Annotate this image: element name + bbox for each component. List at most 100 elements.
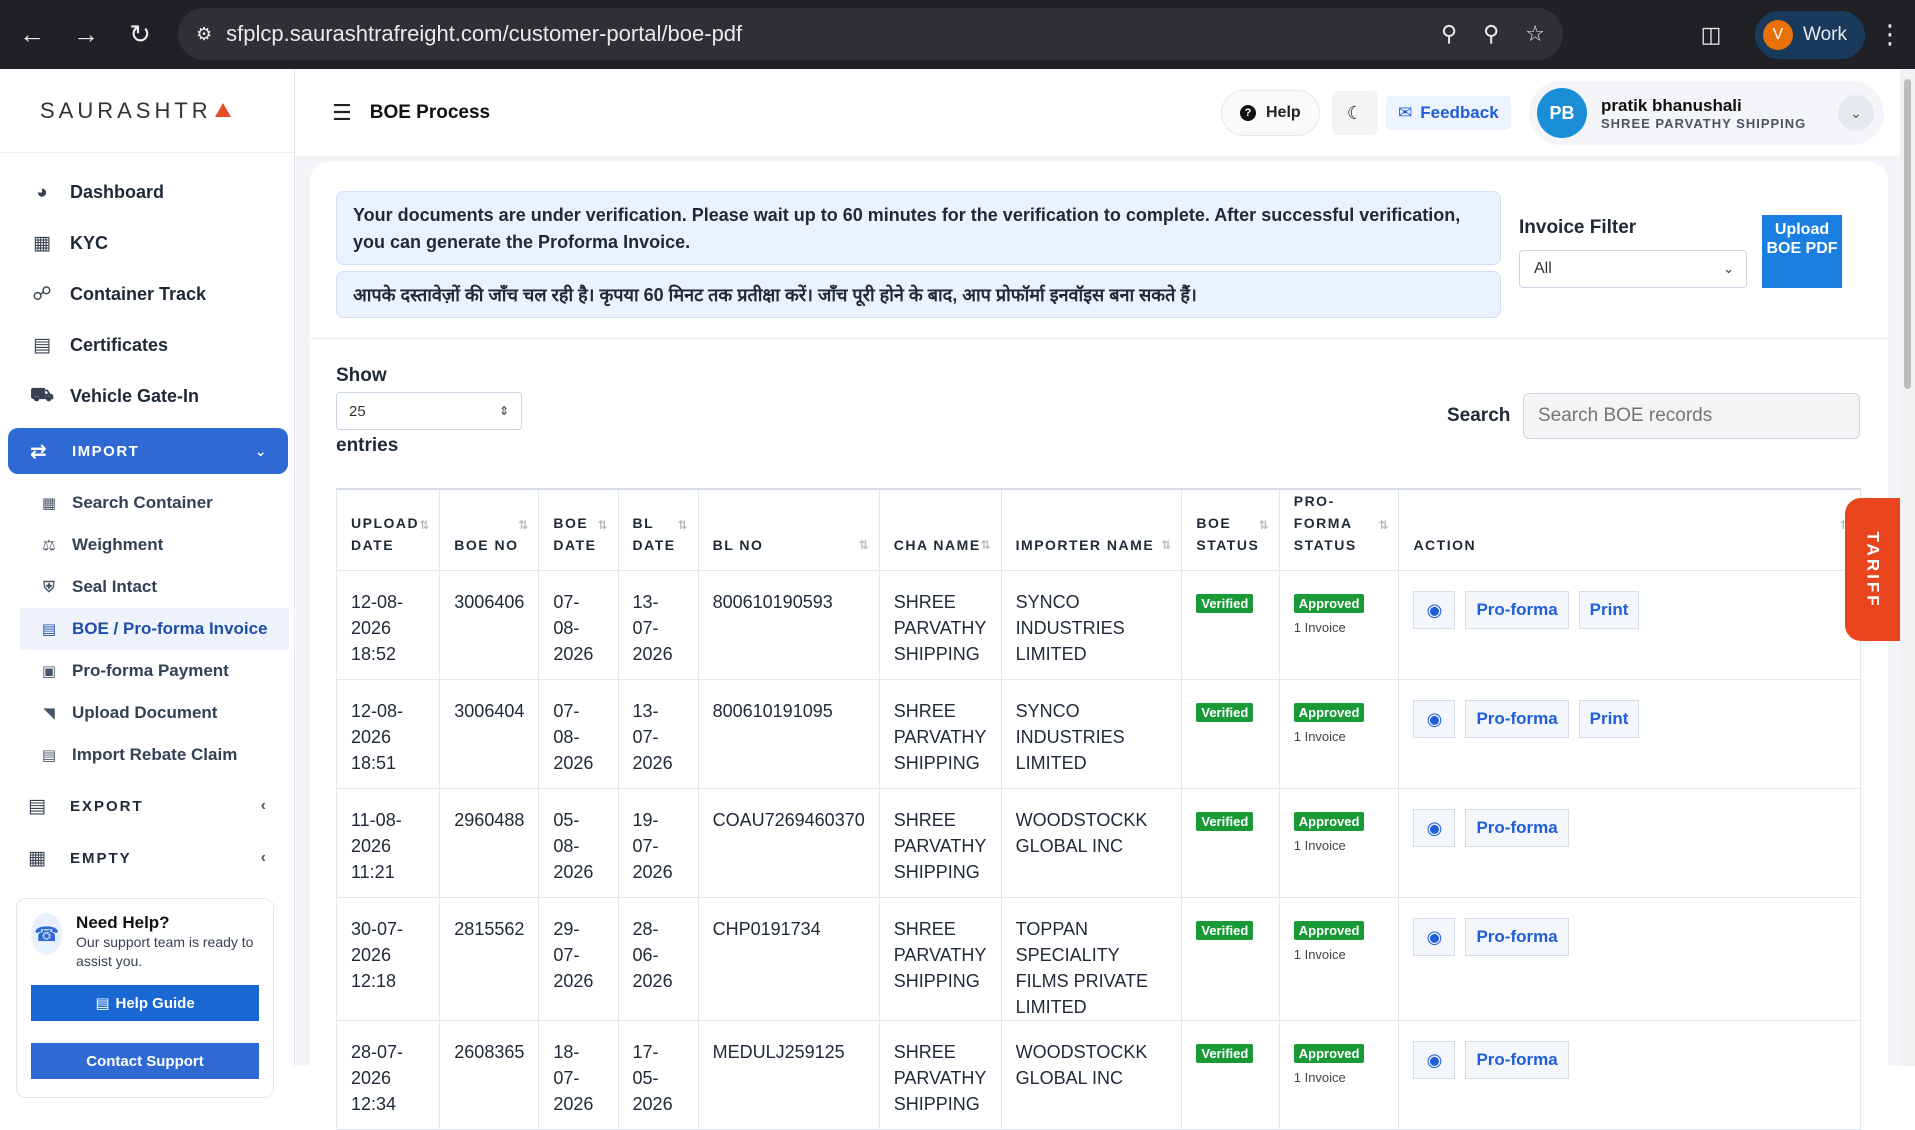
sort-icon[interactable]: ⇅ xyxy=(1378,514,1388,536)
column-header[interactable]: ACTION⇅ xyxy=(1398,488,1861,571)
view-button[interactable]: ◉ xyxy=(1413,809,1456,847)
view-button[interactable]: ◉ xyxy=(1413,591,1456,629)
invoice-count: 1 Invoice xyxy=(1293,729,1346,744)
scrollbar-thumb[interactable] xyxy=(1904,79,1911,389)
sidebar-subitem-import-rebate-claim[interactable]: ▤ Import Rebate Claim xyxy=(0,734,294,776)
sort-icon[interactable]: ⇅ xyxy=(1259,514,1269,536)
sidebar-subitem-boe-proforma[interactable]: ▤ BOE / Pro-forma Invoice xyxy=(20,608,289,650)
site-info-icon[interactable]: ⚙ xyxy=(196,24,212,45)
boe-card: Your documents are under verification. P… xyxy=(310,162,1888,1130)
sort-icon[interactable]: ⇅ xyxy=(419,514,429,536)
print-button[interactable]: Print xyxy=(1578,700,1640,738)
print-button[interactable]: Print xyxy=(1578,591,1640,629)
profile-button[interactable]: V Work xyxy=(1755,10,1865,59)
search-input[interactable] xyxy=(1523,393,1860,439)
proforma-button[interactable]: Pro-forma xyxy=(1465,809,1569,847)
sidebar-item-dashboard[interactable]: ◕ Dashboard xyxy=(0,167,294,218)
user-menu[interactable]: PB pratik bhanushali SHREE PARVATHY SHIP… xyxy=(1529,81,1884,145)
view-button[interactable]: ◉ xyxy=(1413,1041,1456,1079)
forward-icon[interactable]: → xyxy=(66,15,106,55)
reload-icon[interactable]: ↻ xyxy=(120,15,160,55)
column-header[interactable]: BL DATE ⇅ xyxy=(617,488,699,571)
sidebar-item-kyc[interactable]: ▦ KYC xyxy=(0,218,294,269)
help-card: ☎ Need Help? Our support team is ready t… xyxy=(16,898,274,1098)
table-row: 28-07-2026 12:34 2608365 18-07-2026 17-05-2… xyxy=(335,1020,1861,1130)
column-header[interactable]: CHA NAME ⇅ xyxy=(878,488,1002,571)
proforma-button[interactable]: Pro-forma xyxy=(1465,918,1569,956)
moon-icon: ☾ xyxy=(1346,102,1364,123)
cell-boe-date: 29-07-2026 xyxy=(538,897,619,1021)
user-name: pratik bhanushali xyxy=(1601,95,1742,115)
proforma-button[interactable]: Pro-forma xyxy=(1465,700,1569,738)
sidebar-subitem-proforma-payment[interactable]: ▣ Pro-forma Payment xyxy=(0,650,294,692)
sort-icon[interactable]: ⇅ xyxy=(518,514,528,536)
eye-icon: ◉ xyxy=(1426,1050,1443,1070)
chevron-down-icon: ⌄ xyxy=(254,442,268,459)
proforma-button[interactable]: Pro-forma xyxy=(1465,1041,1569,1079)
proforma-button[interactable]: Pro-forma xyxy=(1465,591,1569,629)
feedback-button[interactable]: ✉ Feedback xyxy=(1386,96,1511,130)
sidebar-item-vehicle-gate-in[interactable]: ⛟ Vehicle Gate-In xyxy=(0,371,294,422)
cell-action: ◉ Pro-forma xyxy=(1398,897,1861,1021)
help-button[interactable]: ? Help xyxy=(1221,90,1320,136)
page-scrollbar[interactable] xyxy=(1900,69,1915,1066)
url-text[interactable]: sfplcp.saurashtrafreight.com/customer-po… xyxy=(226,21,742,47)
column-header-label: BL NO xyxy=(712,537,764,553)
column-header[interactable]: BOE NO ⇅ xyxy=(439,488,540,571)
column-header-label: UPLOAD DATE xyxy=(351,515,420,553)
profile-label: Work xyxy=(1803,23,1847,45)
view-button[interactable]: ◉ xyxy=(1413,700,1456,738)
sort-icon[interactable]: ⇅ xyxy=(981,534,991,556)
hamburger-menu-icon[interactable]: ☰ xyxy=(332,100,352,126)
invoice-filter-select[interactable]: All ⌄ xyxy=(1519,250,1747,288)
sidebar-subitem-seal-intact[interactable]: ⛨ Seal Intact xyxy=(0,566,294,608)
invoice-filter-label: Invoice Filter xyxy=(1519,217,1637,238)
back-icon[interactable]: ← xyxy=(12,15,52,55)
cell-upload-date: 12-08-2026 18:52 xyxy=(335,570,441,680)
sort-icon[interactable]: ⇅ xyxy=(1161,534,1171,556)
address-bar[interactable]: ⚙ sfplcp.saurashtrafreight.com/customer-… xyxy=(178,8,1563,60)
column-header[interactable]: BOE DATE ⇅ xyxy=(538,488,619,571)
cell-boe-status: Verified xyxy=(1181,788,1280,898)
extensions-icon[interactable]: ◫ xyxy=(1689,22,1733,48)
column-header[interactable]: UPLOAD DATE ⇅ xyxy=(335,488,441,571)
sort-icon[interactable]: ⇅ xyxy=(859,534,869,556)
search-label: Search xyxy=(1447,405,1511,426)
upload-boe-pdf-button[interactable]: Upload BOE PDF xyxy=(1762,215,1842,288)
column-header[interactable]: PRO-FORMA STATUS ⇅ xyxy=(1278,488,1400,571)
bookmark-star-icon[interactable]: ☆ xyxy=(1525,21,1545,47)
status-badge: Approved xyxy=(1293,812,1365,831)
browser-menu-icon[interactable]: ⋮ xyxy=(1865,19,1915,50)
zoom-icon[interactable]: ⚲ xyxy=(1483,21,1499,47)
entries-select[interactable]: 25 ⇕ xyxy=(336,392,522,430)
help-guide-button[interactable]: ▤ Help Guide xyxy=(31,985,259,1021)
column-header[interactable]: IMPORTER NAME ⇅ xyxy=(1000,488,1183,571)
cell-boe-date: 18-07-2026 xyxy=(538,1020,619,1130)
chevron-down-icon[interactable]: ⌄ xyxy=(1838,95,1874,131)
column-header[interactable]: BOE STATUS ⇅ xyxy=(1181,488,1280,571)
cell-boe-status: Verified xyxy=(1181,679,1280,789)
sidebar-item-container-track[interactable]: ☍ Container Track xyxy=(0,269,294,320)
contact-support-button[interactable]: Contact Support xyxy=(31,1043,259,1079)
sidebar-subitem-upload-document[interactable]: ◥ Upload Document xyxy=(0,692,294,734)
logo[interactable]: SAURASHTR xyxy=(0,69,294,153)
tariff-tab[interactable]: TARIFF xyxy=(1845,498,1901,641)
dark-mode-toggle[interactable]: ☾ xyxy=(1332,91,1378,135)
profile-avatar: V xyxy=(1763,19,1794,50)
location-icon[interactable]: ⚲ xyxy=(1441,21,1457,47)
eye-icon: ◉ xyxy=(1426,927,1443,947)
sidebar-subitem-weighment[interactable]: ⚖ Weighment xyxy=(0,524,294,566)
tariff-label: TARIFF xyxy=(1864,530,1884,609)
containers-icon: ▦ xyxy=(28,847,48,869)
sidebar-group-empty[interactable]: ▦ EMPTY ‹ xyxy=(0,832,294,884)
sidebar-group-export[interactable]: ▤ EXPORT ‹ xyxy=(0,780,294,832)
cell-action: ◉ Pro-forma Print xyxy=(1398,570,1861,680)
view-button[interactable]: ◉ xyxy=(1413,918,1456,956)
sidebar-item-certificates[interactable]: ▤ Certificates xyxy=(0,320,294,371)
column-header[interactable]: BL NO ⇅ xyxy=(697,488,880,571)
sidebar-group-import[interactable]: ⇄ IMPORT ⌄ xyxy=(8,428,288,474)
entries-label: entries xyxy=(336,435,399,456)
sort-icon[interactable]: ⇅ xyxy=(678,514,688,536)
sort-icon[interactable]: ⇅ xyxy=(597,514,607,536)
sidebar-subitem-search-container[interactable]: ▦ Search Container xyxy=(0,482,294,524)
